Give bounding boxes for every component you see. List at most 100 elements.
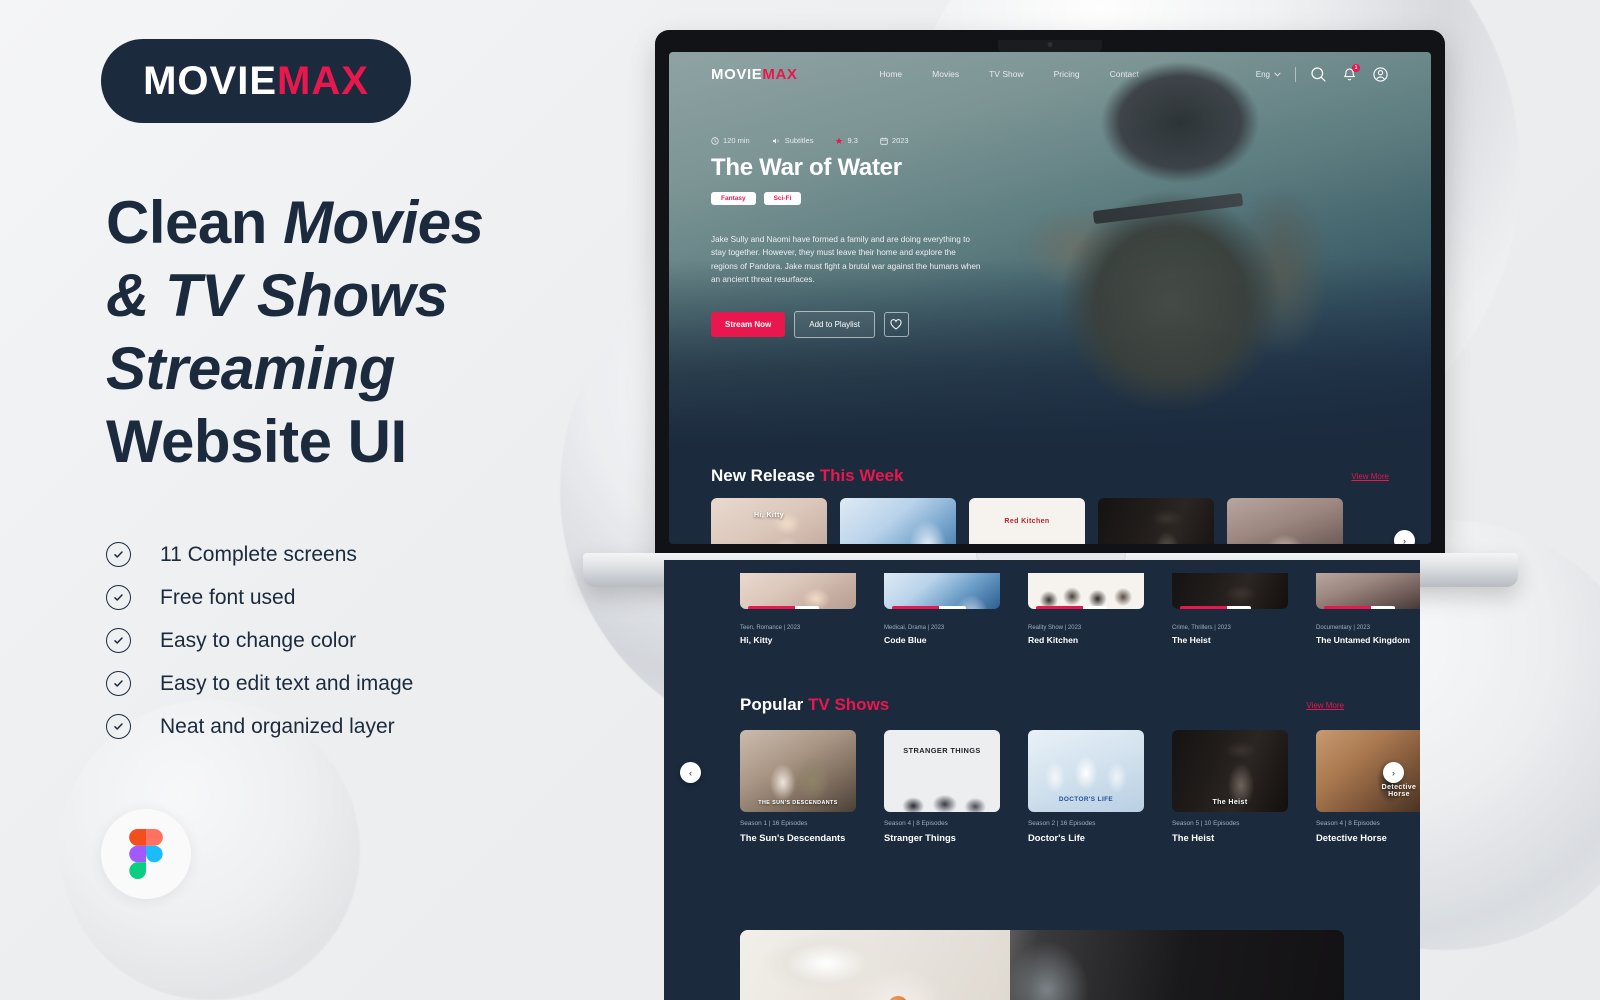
heart-icon[interactable] bbox=[883, 311, 909, 337]
list-item[interactable]: New Episode Ep 3 Documentary | 2023 The … bbox=[1316, 573, 1420, 645]
view-more-link[interactable]: View More bbox=[1306, 701, 1344, 710]
check-circle-icon bbox=[106, 542, 131, 567]
figma-logo-badge bbox=[101, 809, 191, 899]
genre-tag[interactable]: Sci-Fi bbox=[763, 192, 802, 205]
list-item[interactable] bbox=[1098, 498, 1214, 544]
list-item: Easy to change color bbox=[106, 619, 606, 662]
list-item[interactable]: New Episode Ep 10 Medical, Drama | 2023 … bbox=[884, 573, 1001, 645]
card-title[interactable]: Detective Horse bbox=[1316, 832, 1420, 843]
view-more-link[interactable]: View More bbox=[1351, 472, 1389, 481]
poster-thumbnail[interactable]: DOCTOR'S LIFE bbox=[1028, 730, 1144, 812]
list-item: Easy to edit text and image bbox=[106, 662, 606, 705]
list-item[interactable]: DOCTOR'S LIFE Season 2 | 16 Episodes Doc… bbox=[1028, 730, 1145, 843]
poster-thumbnail[interactable]: New Episode Ep 3 bbox=[1316, 573, 1420, 609]
poster-thumbnail[interactable] bbox=[1098, 498, 1214, 544]
add-to-playlist-button[interactable]: Add to Playlist bbox=[794, 310, 875, 338]
calendar-icon bbox=[880, 137, 888, 145]
check-circle-icon bbox=[106, 714, 131, 739]
featured-banner[interactable]: Deadly Game bbox=[740, 930, 1344, 1000]
list-item[interactable]: Detective Horse Season 4 | 8 Episodes De… bbox=[1316, 730, 1420, 843]
episode-badge-group: New Episode Ep 2 bbox=[1036, 606, 1107, 609]
poster-thumbnail[interactable]: STRANGER THINGS bbox=[884, 730, 1000, 812]
new-episode-badge: New Episode bbox=[1324, 606, 1371, 609]
new-episode-badge: New Episode bbox=[748, 606, 795, 609]
nav-link-home[interactable]: Home bbox=[879, 69, 902, 79]
genre-tag[interactable]: Fantasy bbox=[711, 192, 756, 205]
website-screen: MOVIEMAX Home Movies TV Show Pricing Con… bbox=[669, 52, 1431, 544]
carousel-next-button[interactable]: › bbox=[1394, 530, 1415, 544]
poster-thumbnail[interactable]: THE SUN'S DESCENDANTS bbox=[740, 730, 856, 812]
search-icon[interactable] bbox=[1310, 66, 1327, 83]
check-circle-icon bbox=[106, 585, 131, 610]
new-release-header: New Release This Week View More bbox=[669, 466, 1431, 486]
poster-thumbnail[interactable]: New Episode Ep 7 bbox=[740, 573, 856, 609]
feature-list: 11 Complete screens Free font used Easy … bbox=[106, 533, 606, 748]
hero-meta-row: 120 min Subtitles 9.3 2023 bbox=[711, 136, 1021, 145]
poster-thumbnail[interactable]: New Episode Ep 6 bbox=[1172, 573, 1288, 609]
poster-thumbnail[interactable]: Detective Horse bbox=[1316, 730, 1420, 812]
meta-rating: 9.3 bbox=[835, 136, 858, 145]
list-item[interactable]: Red Kitchen bbox=[969, 498, 1085, 544]
episode-number-badge: Ep 10 bbox=[938, 606, 966, 609]
new-release-card-row: New Episode Ep 7 Teen, Romance | 2023 Hi… bbox=[664, 573, 1420, 645]
episode-number-badge: Ep 7 bbox=[794, 606, 819, 609]
clock-icon bbox=[711, 136, 719, 145]
promo-panel: MOVIEMAX Clean Movies & TV Shows Streami… bbox=[0, 0, 640, 1000]
carousel-next-button[interactable]: › bbox=[1383, 762, 1404, 783]
section-title-white: Popular bbox=[740, 695, 809, 714]
card-title[interactable]: Doctor's Life bbox=[1028, 832, 1145, 843]
card-title[interactable]: Hi, Kitty bbox=[740, 635, 857, 645]
hero-title: The War of Water bbox=[711, 154, 902, 181]
card-title[interactable]: The Heist bbox=[1172, 832, 1289, 843]
poster-thumbnail[interactable]: CODE BLUE bbox=[840, 498, 956, 544]
card-title[interactable]: The Untamed Kingdom bbox=[1316, 635, 1420, 645]
poster-thumbnail[interactable]: New Episode Ep 2 bbox=[1028, 573, 1144, 609]
list-item[interactable]: THE SUN'S DESCENDANTS Season 1 | 16 Epis… bbox=[740, 730, 857, 843]
list-item[interactable]: New Episode Ep 7 Teen, Romance | 2023 Hi… bbox=[740, 573, 857, 645]
meta-duration-label: 120 min bbox=[723, 136, 750, 145]
poster-art bbox=[884, 573, 1000, 609]
feature-label: Free font used bbox=[160, 585, 296, 609]
card-title[interactable]: The Heist bbox=[1172, 635, 1289, 645]
card-meta: Medical, Drama | 2023 bbox=[884, 625, 945, 631]
list-item[interactable]: New Episode Ep 2 Reality Show | 2023 Red… bbox=[1028, 573, 1145, 645]
card-title[interactable]: Stranger Things bbox=[884, 832, 1001, 843]
feature-label: 11 Complete screens bbox=[160, 542, 357, 566]
poster-art bbox=[840, 498, 956, 544]
list-item[interactable]: New Episode Ep 6 Crime, Thrillers | 2023… bbox=[1172, 573, 1289, 645]
poster-art bbox=[1028, 573, 1144, 609]
headline-part-3: & TV Shows bbox=[106, 262, 448, 329]
list-item[interactable]: Hi, Kitty bbox=[711, 498, 827, 544]
card-meta: Season 4 | 8 Episodes bbox=[1316, 820, 1380, 827]
section-title: Popular TV Shows bbox=[740, 695, 889, 715]
poster-thumbnail[interactable]: Hi, Kitty bbox=[711, 498, 827, 544]
list-item[interactable]: The Heist Season 5 | 10 Episodes The Hei… bbox=[1172, 730, 1289, 843]
list-item: Free font used bbox=[106, 576, 606, 619]
site-logo[interactable]: MOVIEMAX bbox=[711, 66, 797, 83]
user-account-icon[interactable] bbox=[1372, 66, 1389, 83]
popular-tv-carousel: ‹ THE SUN'S DESCENDANTS Season 1 | 16 Ep… bbox=[664, 730, 1420, 843]
site-logo-primary: MOVIE bbox=[711, 65, 763, 83]
carousel-prev-button[interactable]: ‹ bbox=[680, 762, 701, 783]
stream-now-button[interactable]: Stream Now bbox=[711, 311, 786, 337]
poster-art bbox=[1172, 573, 1288, 609]
laptop-camera bbox=[1047, 42, 1053, 47]
list-item[interactable]: THE UNTAMED bbox=[1227, 498, 1343, 544]
list-item[interactable]: CODE BLUE bbox=[840, 498, 956, 544]
figma-icon bbox=[129, 829, 163, 879]
brand-name-accent: MAX bbox=[277, 58, 369, 103]
poster-thumbnail[interactable]: New Episode Ep 10 bbox=[884, 573, 1000, 609]
feature-label: Easy to change color bbox=[160, 628, 357, 652]
website-page-continuation: New Episode Ep 7 Teen, Romance | 2023 Hi… bbox=[664, 560, 1420, 1000]
card-title[interactable]: The Sun's Descendants bbox=[740, 832, 857, 843]
hero-content: 120 min Subtitles 9.3 2023 The War of Wa… bbox=[711, 136, 1021, 338]
poster-art bbox=[884, 730, 1000, 812]
list-item[interactable]: STRANGER THINGS Season 4 | 8 Episodes St… bbox=[884, 730, 1001, 843]
meta-year-label: 2023 bbox=[891, 136, 909, 145]
poster-thumbnail[interactable]: Red Kitchen bbox=[969, 498, 1085, 544]
bell-icon[interactable]: 1 bbox=[1341, 63, 1360, 83]
card-title[interactable]: Code Blue bbox=[884, 635, 1001, 645]
poster-thumbnail[interactable]: THE UNTAMED bbox=[1227, 498, 1343, 544]
poster-thumbnail[interactable]: The Heist bbox=[1172, 730, 1288, 812]
card-title[interactable]: Red Kitchen bbox=[1028, 635, 1145, 645]
